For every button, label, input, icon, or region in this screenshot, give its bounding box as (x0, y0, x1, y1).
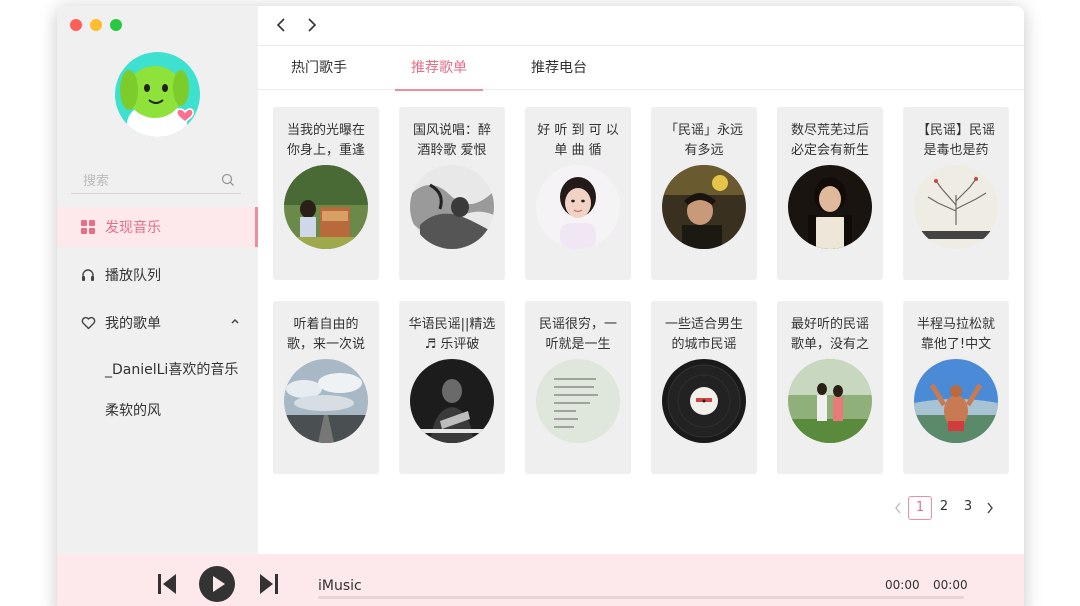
playlist-item[interactable]: _DanielLi喜欢的音乐 (105, 359, 238, 379)
play-icon (199, 566, 235, 602)
playlist-title: 一些适合男生的城市民谣 (664, 317, 743, 352)
minimize-window-button[interactable] (90, 19, 102, 31)
nav-queue-label: 播放队列 (105, 268, 161, 284)
next-track-button[interactable] (257, 572, 281, 596)
playlist-card[interactable]: 华语民谣||精选♬ 乐评破 (399, 301, 505, 474)
playlist-card[interactable]: 当我的光曝在你身上，重逢 (273, 107, 379, 280)
app-window: 搜索 发现音乐 播放队列 我的歌单 _DanielLi喜欢的音乐 柔软的风 热门… (57, 6, 1024, 606)
playlist-title: 当我的光曝在你身上，重逢 (286, 123, 365, 158)
playlist-grid: 当我的光曝在你身上，重逢 国风说唱：醉酒聆歌 爱恨 好 听 到 可 以 单 曲 … (273, 107, 1009, 474)
playlist-cover[interactable] (284, 359, 368, 443)
playlist-cover[interactable] (536, 359, 620, 443)
playlist-cover[interactable] (788, 165, 872, 249)
chevron-right-icon (308, 18, 317, 32)
playlist-card[interactable]: 民谣很穷，一听就是一生 (525, 301, 631, 474)
heart-icon (80, 315, 96, 331)
nav-play-queue[interactable]: 播放队列 (57, 255, 258, 295)
playlist-card[interactable]: 数尽荒芜过后必定会有新生 (777, 107, 883, 280)
nav-discover-music[interactable]: 发现音乐 (57, 207, 258, 247)
playlist-cover[interactable] (662, 165, 746, 249)
back-button[interactable] (273, 17, 289, 33)
playlist-card[interactable]: 好 听 到 可 以 单 曲 循 (525, 107, 631, 280)
playlist-card[interactable]: 听着自由的歌，来一次说 (273, 301, 379, 474)
prev-page-button[interactable] (888, 496, 908, 520)
playlist-card[interactable]: 最好听的民谣歌单，没有之 (777, 301, 883, 474)
nav-discover-label: 发现音乐 (105, 220, 161, 236)
tab-bar: 热门歌手 推荐歌单 推荐电台 (258, 46, 1024, 91)
track-title: iMusic (318, 578, 362, 594)
nav-playlists-label: 我的歌单 (105, 316, 161, 332)
playlist-card[interactable]: 「民谣」永远有多远 (651, 107, 757, 280)
sidebar: 搜索 发现音乐 播放队列 我的歌单 _DanielLi喜欢的音乐 柔软的风 (57, 6, 258, 554)
search-input[interactable]: 搜索 (83, 170, 109, 189)
playlist-item[interactable]: 柔软的风 (105, 400, 161, 420)
playlist-title: 最好听的民谣歌单，没有之 (790, 317, 869, 352)
page-1-button[interactable]: 1 (908, 496, 932, 520)
playlist-cover[interactable] (410, 359, 494, 443)
skip-back-icon (158, 574, 176, 594)
forward-button[interactable] (304, 17, 320, 33)
chevron-up-icon[interactable] (230, 316, 240, 326)
playlist-title: 半程马拉松就靠他了!中文 (916, 317, 995, 352)
headphones-icon (80, 267, 96, 283)
playlist-card[interactable]: 国风说唱：醉酒聆歌 爱恨 (399, 107, 505, 280)
playlist-title: 国风说唱：醉酒聆歌 爱恨 (412, 123, 491, 158)
current-time: 00:00 (885, 578, 920, 592)
next-page-button[interactable] (980, 496, 1000, 520)
page-2-button[interactable]: 2 (932, 496, 956, 520)
playlist-card[interactable]: 一些适合男生的城市民谣 (651, 301, 757, 474)
top-bar (258, 6, 1024, 46)
close-window-button[interactable] (70, 19, 82, 31)
chevron-right-icon (987, 502, 993, 514)
total-time: 00:00 (933, 578, 968, 592)
playlist-cover[interactable] (536, 165, 620, 249)
playlist-title: 听着自由的歌，来一次说 (286, 317, 365, 352)
skip-forward-icon (260, 574, 278, 594)
playlist-title: 数尽荒芜过后必定会有新生 (790, 123, 869, 158)
main-content: 热门歌手 推荐歌单 推荐电台 当我的光曝在你身上，重逢 国风说唱：醉酒聆歌 爱恨… (258, 6, 1024, 554)
playlist-cover[interactable] (284, 165, 368, 249)
playlist-cover[interactable] (662, 359, 746, 443)
chevron-left-icon (895, 502, 901, 514)
maximize-window-button[interactable] (110, 19, 122, 31)
progress-bar[interactable] (318, 596, 964, 599)
chevron-left-icon (276, 18, 285, 32)
playlist-title: 好 听 到 可 以 单 曲 循 (537, 123, 619, 158)
tab-recommended-radio[interactable]: 推荐电台 (516, 46, 602, 90)
page-3-button[interactable]: 3 (956, 496, 980, 520)
tab-recommended-playlists[interactable]: 推荐歌单 (395, 46, 483, 91)
playlist-card[interactable]: 半程马拉松就靠他了!中文 (903, 301, 1009, 474)
grid-icon (80, 219, 96, 235)
previous-track-button[interactable] (155, 572, 179, 596)
tab-popular-singers[interactable]: 热门歌手 (276, 46, 362, 90)
playlist-cover[interactable] (914, 359, 998, 443)
playlist-title: 「民谣」永远有多远 (664, 123, 743, 158)
user-avatar[interactable] (115, 52, 200, 137)
playlist-title: 华语民谣||精选♬ 乐评破 (408, 317, 496, 352)
playlist-cover[interactable] (788, 359, 872, 443)
playlist-card[interactable]: 【民谣】民谣是毒也是药 (903, 107, 1009, 280)
playlist-title: 民谣很穷，一听就是一生 (538, 317, 617, 352)
player-bar: iMusic 00:00 00:00 (57, 554, 1024, 606)
play-button[interactable] (198, 565, 236, 603)
pagination: 1 2 3 (888, 496, 1000, 520)
window-controls (70, 19, 122, 31)
search-icon[interactable] (221, 173, 235, 187)
playlist-title: 【民谣】民谣是毒也是药 (916, 123, 995, 158)
nav-my-playlists[interactable]: 我的歌单 (57, 303, 258, 343)
search-box[interactable]: 搜索 (71, 166, 241, 194)
playlist-cover[interactable] (410, 165, 494, 249)
playlist-cover[interactable] (914, 165, 998, 249)
